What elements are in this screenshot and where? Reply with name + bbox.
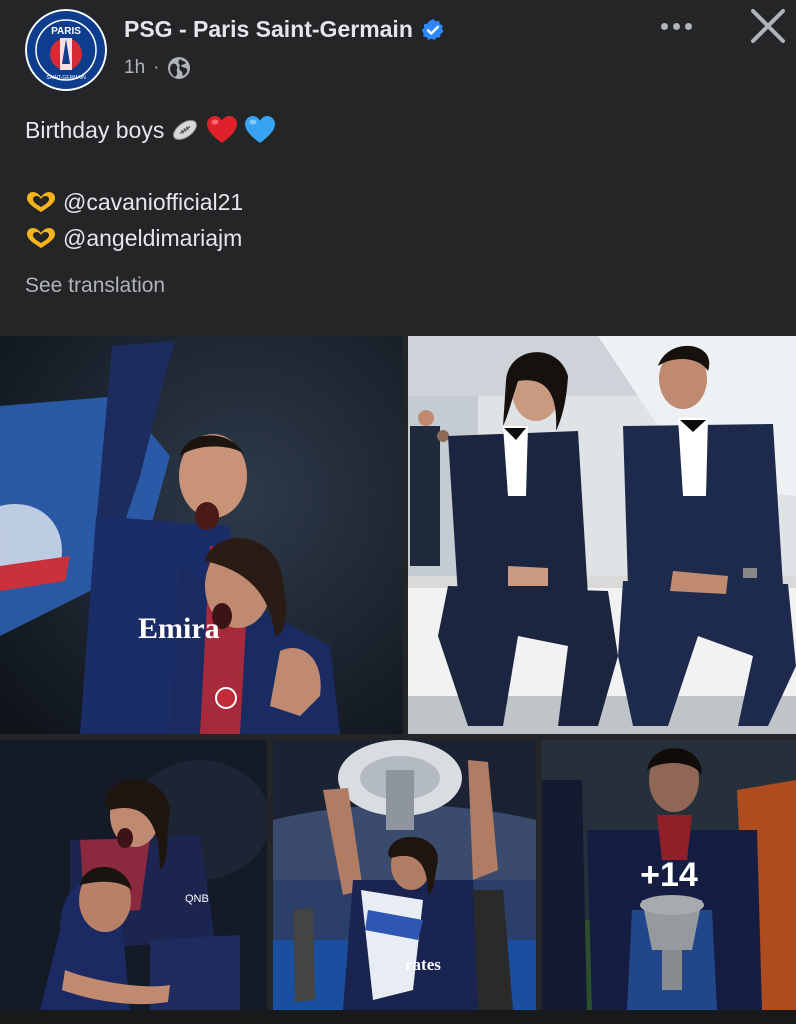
photo-1-celebration[interactable]: Emira	[0, 336, 403, 734]
jersey-text-2: rates	[405, 955, 441, 974]
photo-4-image: rates	[273, 740, 536, 1010]
mention-line-1: @cavaniofficial21	[25, 184, 276, 220]
blue-heart-emoji	[245, 116, 276, 143]
see-translation-link[interactable]: See translation	[25, 274, 165, 298]
photo-2-tuxedos[interactable]	[408, 336, 796, 734]
more-options-icon	[660, 22, 668, 30]
avatar-logo-text: PARIS	[51, 26, 81, 37]
post-title-line: Birthday boys	[25, 112, 276, 148]
verified-badge-icon	[421, 18, 444, 40]
photo-4-trophy[interactable]: rates	[273, 740, 536, 1010]
mention-dimaria[interactable]: @angeldimariajm	[63, 220, 242, 256]
heart-hands-emoji	[27, 228, 55, 248]
photo-2-image	[408, 336, 796, 734]
jersey-text-1: Emira	[138, 612, 220, 645]
photo-3-image: QNB	[0, 740, 267, 1010]
photo-1-image: Emira	[0, 336, 403, 734]
page-avatar[interactable]: PARIS SAINT-GERMAIN	[25, 9, 107, 91]
mention-cavani[interactable]: @cavaniofficial21	[63, 184, 243, 220]
post-header: PARIS SAINT-GERMAIN PSG - Paris Saint-Ge…	[0, 0, 796, 100]
psg-logo-icon: PARIS SAINT-GERMAIN	[25, 9, 107, 91]
red-heart-emoji	[207, 116, 238, 143]
post-meta: 1h ·	[124, 56, 191, 80]
photo-5-cup[interactable]: +14	[542, 740, 796, 1010]
jersey-sponsor-mark: QNB	[185, 893, 209, 905]
post-text: Birthday boys @cavaniofficial21 @angeldi…	[25, 112, 276, 256]
heart-hands-emoji	[27, 192, 55, 212]
page-name[interactable]: PSG - Paris Saint-Germain	[124, 16, 413, 43]
post-title: Birthday boys	[25, 117, 165, 143]
close-icon[interactable]	[746, 4, 790, 48]
photo-3-piggyback[interactable]: QNB	[0, 740, 267, 1010]
globe-icon[interactable]	[167, 56, 191, 80]
timestamp[interactable]: 1h	[124, 57, 145, 79]
more-photos-count[interactable]: +14	[542, 740, 796, 1010]
avatar-logo-subtext: SAINT-GERMAIN	[46, 75, 86, 81]
page-name-row: PSG - Paris Saint-Germain	[124, 16, 445, 43]
bottom-divider	[0, 1010, 796, 1024]
rugby-ball-emoji	[173, 120, 198, 140]
meta-separator: ·	[153, 57, 160, 78]
more-options-button[interactable]	[654, 12, 698, 40]
mention-line-2: @angeldimariajm	[25, 220, 276, 256]
